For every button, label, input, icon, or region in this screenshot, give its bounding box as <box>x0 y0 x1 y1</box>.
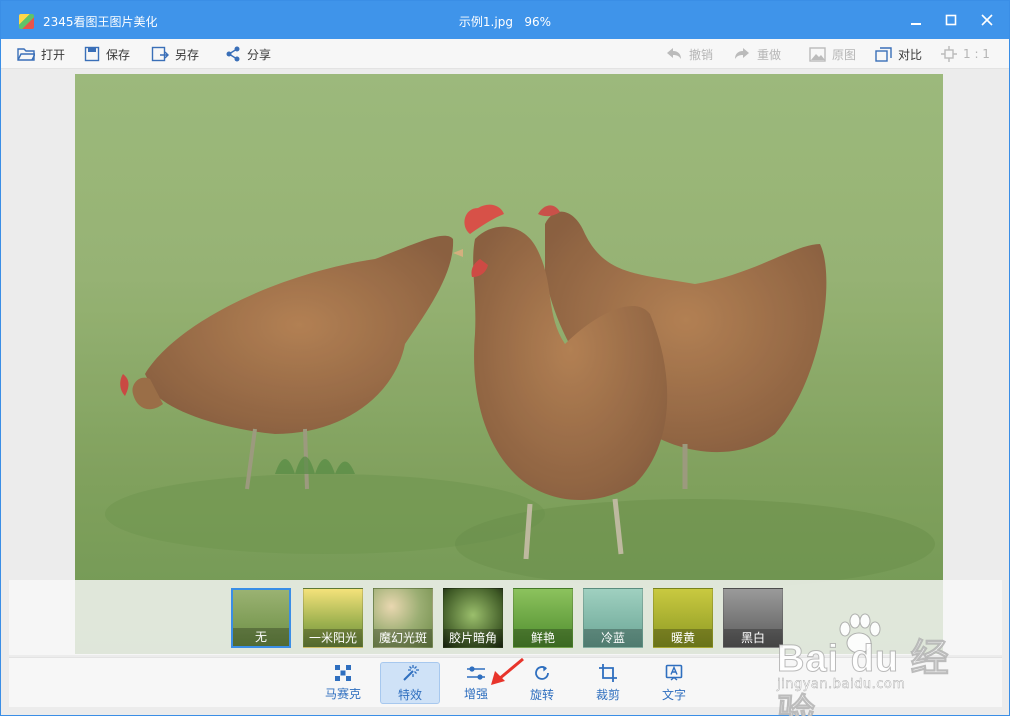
open-button[interactable]: 打开 <box>17 44 65 64</box>
share-icon <box>226 46 240 62</box>
image-icon <box>809 46 826 62</box>
filter-label: 一米阳光 <box>304 629 362 647</box>
crop-label: 裁剪 <box>595 687 620 702</box>
app-window: 2345看图王图片美化 示例1.jpg 96% 打开 保存 另存 分享 撤销 重… <box>0 0 1010 716</box>
top-toolbar: 打开 保存 另存 分享 撤销 重做 原图 对比 1: 1 <box>1 39 1009 69</box>
close-icon <box>981 14 993 26</box>
filter-strip: 无 一米阳光 魔幻光斑 胶片暗角 鲜艳 冷蓝 暖黄 黑白 <box>9 580 1002 655</box>
save-label: 保存 <box>106 47 131 62</box>
zoom-level: 96% <box>524 15 552 29</box>
image-canvas <box>9 70 1002 657</box>
maximize-icon <box>945 14 957 26</box>
mosaic-label: 马赛克 <box>324 686 361 701</box>
file-name: 示例1.jpg <box>458 15 513 29</box>
undo-label: 撤销 <box>689 47 714 62</box>
rotate-icon <box>535 665 549 680</box>
filter-thumb-vignette[interactable]: 胶片暗角 <box>443 588 503 648</box>
app-title: 2345看图王图片美化 <box>43 15 158 29</box>
filter-label: 魔幻光斑 <box>374 629 432 647</box>
redo-button[interactable]: 重做 <box>733 44 781 64</box>
filter-thumb-cool-blue[interactable]: 冷蓝 <box>583 588 643 648</box>
filter-thumb-none[interactable]: 无 <box>231 588 291 648</box>
annotation-arrow <box>491 657 524 685</box>
original-label: 原图 <box>832 47 857 62</box>
undo-icon <box>667 48 681 59</box>
crop-icon <box>599 663 617 682</box>
mosaic-icon <box>335 664 351 681</box>
filter-thumb-black-white[interactable]: 黑白 <box>723 588 783 648</box>
text-label: 文字 <box>661 687 686 702</box>
ratio-label: 1 : 1 <box>963 47 990 61</box>
filter-thumb-warm-yellow[interactable]: 暖黄 <box>653 588 713 648</box>
filter-thumb-bokeh[interactable]: 魔幻光斑 <box>373 588 433 648</box>
close-button[interactable] <box>976 9 998 31</box>
text-button[interactable]: 文字 <box>644 662 704 704</box>
filter-thumb-vivid[interactable]: 鲜艳 <box>513 588 573 648</box>
filter-label: 冷蓝 <box>584 629 642 647</box>
actual-size-button[interactable]: 1 : 1 <box>941 44 990 64</box>
redo-icon <box>735 48 749 59</box>
sliders-icon <box>467 665 485 680</box>
filter-thumb-sunshine[interactable]: 一米阳光 <box>303 588 363 648</box>
filter-label: 胶片暗角 <box>444 629 502 647</box>
filter-label: 鲜艳 <box>514 629 572 647</box>
save-as-button[interactable]: 另存 <box>151 44 199 64</box>
save-button[interactable]: 保存 <box>84 44 130 64</box>
open-label: 打开 <box>41 47 66 62</box>
maximize-button[interactable] <box>940 9 962 31</box>
minimize-button[interactable] <box>905 9 927 31</box>
effects-label: 特效 <box>397 687 422 702</box>
compare-icon <box>875 46 892 62</box>
fit-icon <box>941 46 957 62</box>
compare-label: 对比 <box>898 47 923 62</box>
text-icon <box>665 664 683 681</box>
share-button[interactable]: 分享 <box>225 44 271 64</box>
mosaic-button[interactable]: 马赛克 <box>313 662 373 704</box>
enhance-label: 增强 <box>463 686 488 701</box>
folder-icon <box>17 48 35 61</box>
title-bar: 2345看图王图片美化 示例1.jpg 96% <box>1 1 1009 39</box>
filter-label: 无 <box>233 628 289 646</box>
original-button[interactable]: 原图 <box>809 44 856 64</box>
share-label: 分享 <box>247 47 272 62</box>
redo-label: 重做 <box>757 47 782 62</box>
save-as-icon <box>151 46 169 62</box>
filter-label: 暖黄 <box>654 629 712 647</box>
undo-button[interactable]: 撤销 <box>665 44 713 64</box>
chicken-photo[interactable] <box>75 74 943 654</box>
crop-button[interactable]: 裁剪 <box>578 662 638 704</box>
rotate-label: 旋转 <box>529 687 554 702</box>
save-as-label: 另存 <box>175 47 200 62</box>
app-logo-icon <box>19 14 34 29</box>
compare-button[interactable]: 对比 <box>875 44 922 64</box>
effects-button[interactable]: 特效 <box>380 662 440 704</box>
magic-wand-icon <box>403 664 419 681</box>
minimize-icon <box>911 23 921 25</box>
filter-label: 黑白 <box>724 629 782 647</box>
save-icon <box>84 46 100 62</box>
